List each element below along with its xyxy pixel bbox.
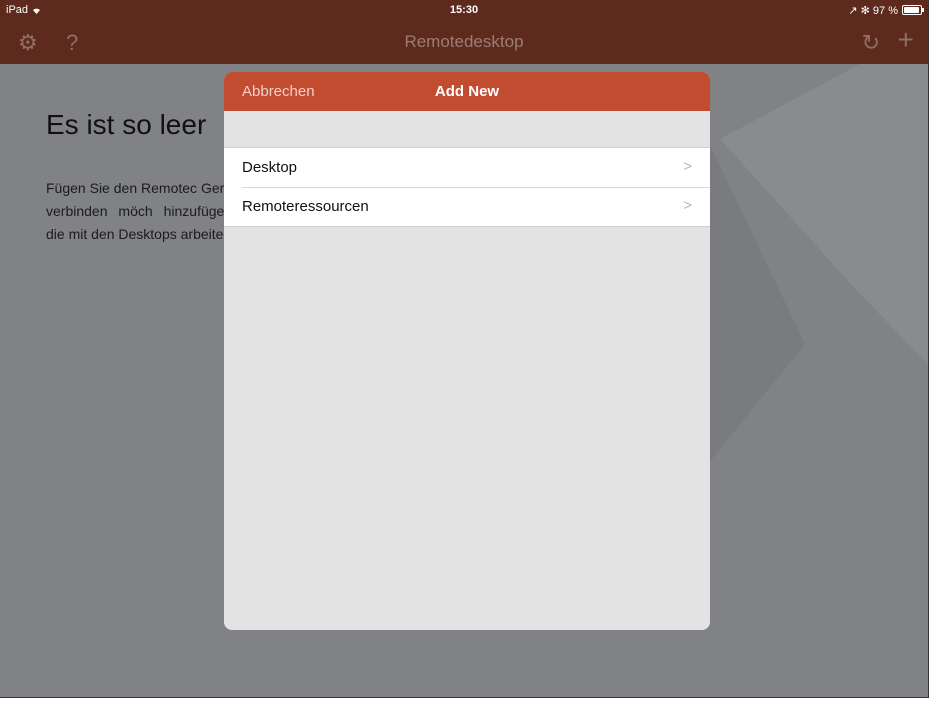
ipad-screen: iPad 15:30 ↗ ✻ 97 % ⚙ ? Remotedesktop ↻ …	[0, 0, 929, 698]
modal-header: Abbrechen Add New	[224, 72, 710, 111]
add-new-modal: Abbrechen Add New Desktop > Remoteressou…	[224, 72, 710, 630]
add-new-list: Desktop > Remoteressourcen >	[224, 147, 710, 227]
battery-icon	[902, 5, 924, 15]
add-icon[interactable]: +	[898, 24, 914, 56]
navigation-bar: ⚙ ? Remotedesktop ↻ +	[0, 20, 928, 64]
chevron-right-icon: >	[683, 197, 692, 214]
modal-title: Add New	[434, 83, 500, 100]
empty-state-body: Fügen Sie den Remotec Gerät verbinden mö…	[46, 180, 236, 242]
empty-state-title: Es ist so leer	[46, 109, 207, 140]
list-item-desktop[interactable]: Desktop >	[224, 148, 710, 187]
status-indicators: ↗ ✻ 97 %	[848, 5, 898, 17]
page-title: Remotedesktop	[404, 32, 524, 51]
list-item-label: Remoteressourcen	[242, 198, 369, 215]
status-time: 15:30	[449, 4, 479, 16]
sync-icon[interactable]: ↻	[862, 30, 880, 56]
list-item-remote-resources[interactable]: Remoteressourcen >	[224, 187, 710, 226]
chevron-right-icon: >	[683, 158, 692, 175]
list-item-label: Desktop	[242, 159, 298, 176]
status-bar: iPad 15:30 ↗ ✻ 97 %	[0, 0, 928, 20]
